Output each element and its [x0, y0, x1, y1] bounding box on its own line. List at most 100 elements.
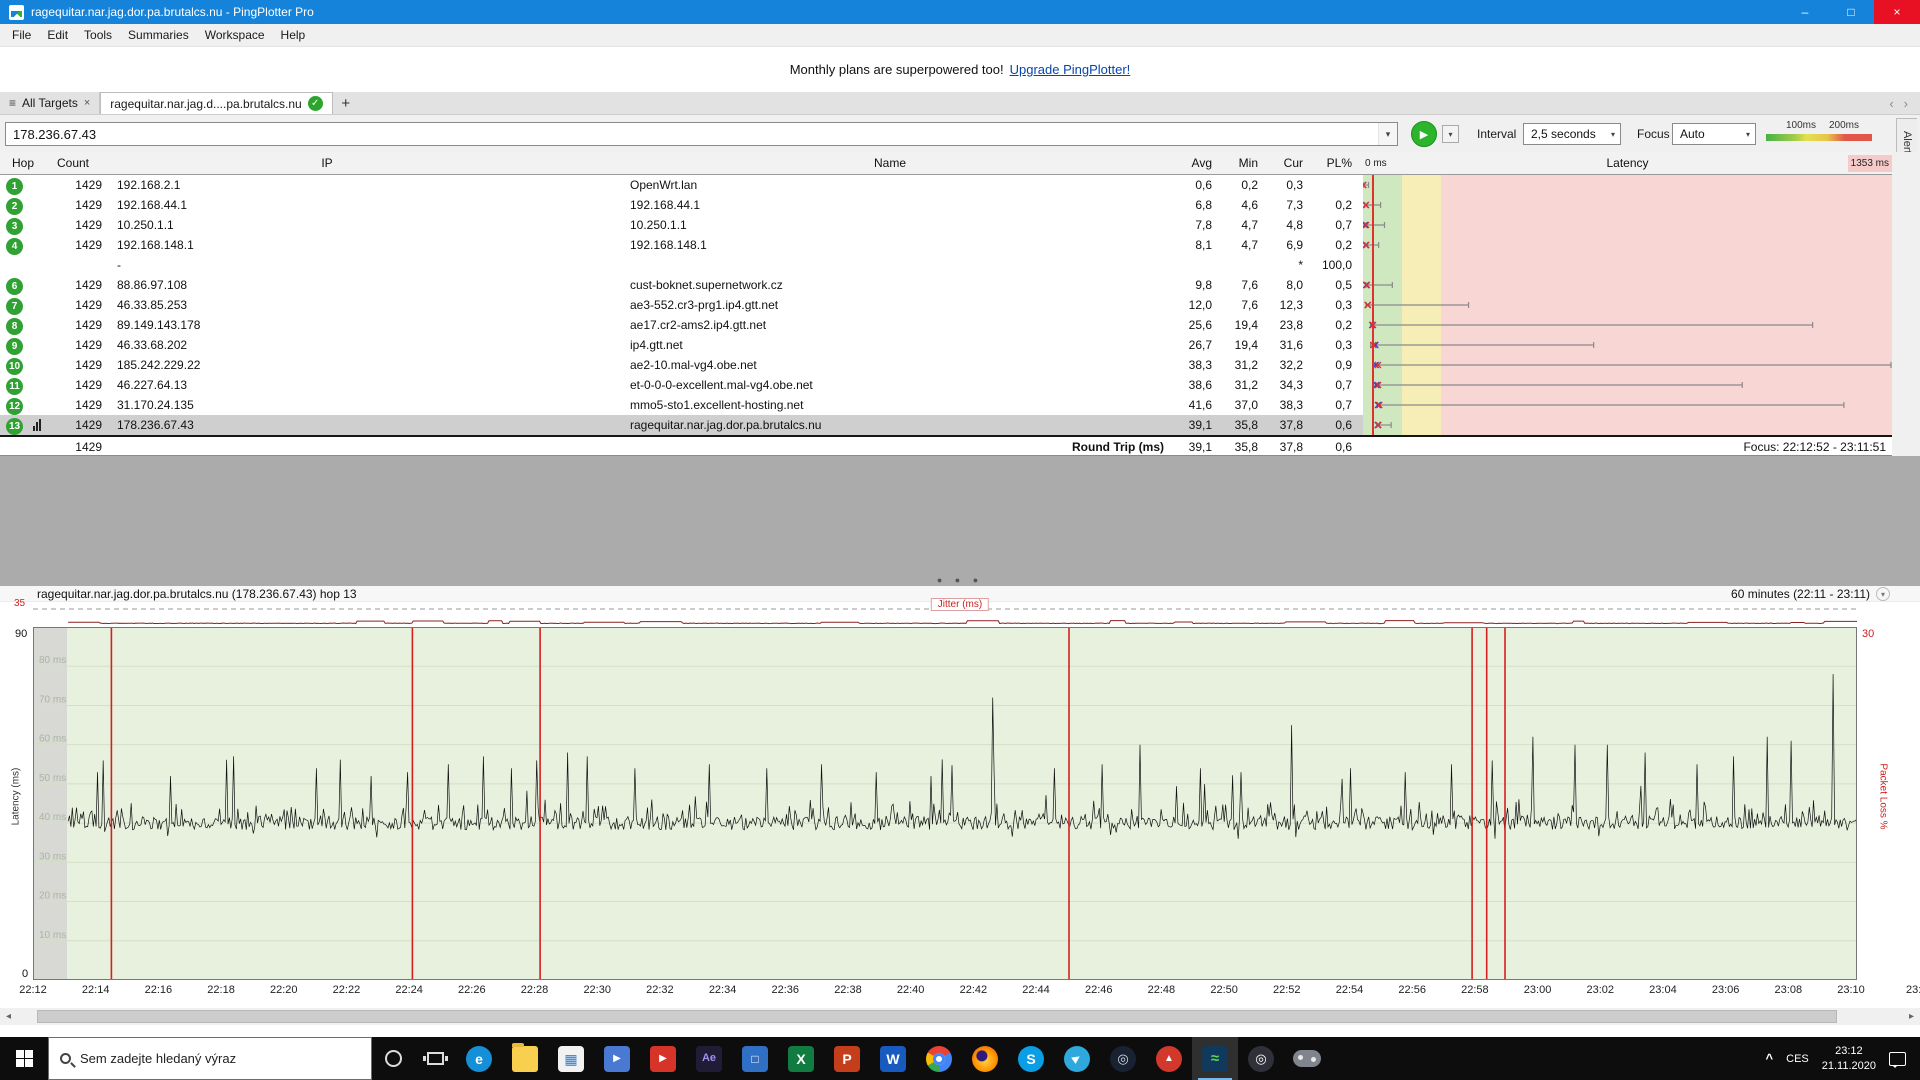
column-hop[interactable]: Hop — [2, 152, 44, 175]
column-count[interactable]: Count — [44, 152, 102, 175]
latency-cell — [1363, 375, 1892, 395]
skype-taskbar-button[interactable]: S — [1008, 1037, 1054, 1080]
trace-row-hop-11[interactable]: 11142946.227.64.13et-0-0-0-excellent.mal… — [0, 375, 1892, 395]
latency-cell — [1363, 295, 1892, 315]
menu-tools[interactable]: Tools — [76, 25, 120, 45]
scrollbar-thumb[interactable] — [37, 1010, 1837, 1023]
chevron-down-icon[interactable]: ▾ — [1378, 123, 1397, 145]
windows-logo-icon — [16, 1050, 33, 1067]
trace-row-hop-13[interactable]: 131429178.236.67.43ragequitar.nar.jag.do… — [0, 415, 1892, 435]
task-view-button[interactable] — [414, 1037, 456, 1080]
timeline-range-label[interactable]: 60 minutes (22:11 - 23:11) — [1731, 587, 1870, 601]
pingplotter-taskbar-button[interactable]: ≈ — [1192, 1037, 1238, 1080]
steam-taskbar-button[interactable]: ◎ — [1100, 1037, 1146, 1080]
trace-row-hop-8[interactable]: 8142989.149.143.178ae17.cr2-ams2.ip4.gtt… — [0, 315, 1892, 335]
latency-cell — [1363, 355, 1892, 375]
language-indicator[interactable]: CES — [1786, 1053, 1809, 1065]
trace-row-hop-12[interactable]: 12142931.170.24.135mmo5-sto1.excellent-h… — [0, 395, 1892, 415]
tab-scroll-right-icon[interactable]: › — [1904, 96, 1908, 111]
hop-badge: 4 — [6, 235, 30, 255]
interval-select[interactable]: 2,5 seconds ▾ — [1523, 123, 1621, 145]
name-cell: ae17.cr2-ams2.ip4.gtt.net — [630, 315, 1150, 335]
minimize-button[interactable]: – — [1782, 0, 1828, 24]
chrome-taskbar-button[interactable] — [916, 1037, 962, 1080]
menu-summaries[interactable]: Summaries — [120, 25, 197, 45]
steam-icon: ◎ — [1110, 1046, 1136, 1072]
chevron-down-icon[interactable]: ▾ — [1876, 587, 1890, 601]
start-trace-button[interactable]: ▶ — [1411, 121, 1437, 147]
pl-cell — [1305, 175, 1352, 195]
tab-all-targets[interactable]: ≡ All Targets × — [0, 92, 100, 114]
video-monitor-taskbar-button[interactable]: □ — [732, 1037, 778, 1080]
store-taskbar-button[interactable]: ▦ — [548, 1037, 594, 1080]
hop-badge: 10 — [6, 355, 30, 375]
powerpoint-taskbar-button[interactable]: P — [824, 1037, 870, 1080]
trace-row-hop-3[interactable]: 3142910.250.1.110.250.1.17,84,74,80,7 — [0, 215, 1892, 235]
edge-taskbar-button[interactable]: e — [456, 1037, 502, 1080]
tab-scroll-left-icon[interactable]: ‹ — [1889, 96, 1893, 111]
word-taskbar-button[interactable]: W — [870, 1037, 916, 1080]
search-placeholder: Sem zadejte hledaný výraz — [80, 1051, 236, 1066]
films-tv-taskbar-button[interactable]: ▶ — [594, 1037, 640, 1080]
start-button[interactable] — [0, 1037, 48, 1080]
column-latency[interactable]: Latency — [1363, 152, 1892, 175]
scroll-left-icon[interactable]: ◂ — [0, 1008, 17, 1025]
new-tab-button[interactable]: + — [333, 92, 359, 114]
telegram-taskbar-button[interactable]: ▶ — [1054, 1037, 1100, 1080]
close-button[interactable]: × — [1874, 0, 1920, 24]
menu-edit[interactable]: Edit — [39, 25, 76, 45]
menu-help[interactable]: Help — [273, 25, 314, 45]
table-right-margin — [1892, 152, 1920, 456]
latency-timeline-chart: 80 ms70 ms60 ms50 ms40 ms30 ms20 ms10 ms — [33, 627, 1857, 980]
latency-cell — [1363, 335, 1892, 355]
game-controller-taskbar-button[interactable] — [1284, 1037, 1330, 1080]
column-avg[interactable]: Avg — [1150, 152, 1212, 175]
tray-expand-icon[interactable]: ^ — [1766, 1051, 1774, 1066]
menu-workspace[interactable]: Workspace — [197, 25, 273, 45]
after-effects-taskbar-button[interactable]: Ae — [686, 1037, 732, 1080]
count-cell: 1429 — [44, 395, 102, 415]
scroll-right-icon[interactable]: ▸ — [1903, 1008, 1920, 1025]
focus-select[interactable]: Auto ▾ — [1672, 123, 1756, 145]
trace-options-dropdown[interactable]: ▾ — [1442, 125, 1459, 143]
column-name[interactable]: Name — [630, 152, 1150, 175]
trace-row-hop-10[interactable]: 101429185.242.229.22ae2-10.mal-vg4.obe.n… — [0, 355, 1892, 375]
hop-badge: 9 — [6, 335, 30, 355]
trace-row-hop-1[interactable]: 11429192.168.2.1OpenWrt.lan0,60,20,3 — [0, 175, 1892, 195]
trace-row-hop-6[interactable]: 6142988.86.97.108cust-boknet.supernetwor… — [0, 275, 1892, 295]
upgrade-link[interactable]: Upgrade PingPlotter! — [1010, 62, 1131, 77]
column-cur[interactable]: Cur — [1261, 152, 1303, 175]
notification-center-icon[interactable] — [1889, 1052, 1906, 1066]
taskbar-search-input[interactable]: Sem zadejte hledaný výraz — [48, 1037, 372, 1080]
file-explorer-taskbar-button[interactable] — [502, 1037, 548, 1080]
excel-taskbar-button[interactable]: X — [778, 1037, 824, 1080]
firefox-taskbar-button[interactable] — [962, 1037, 1008, 1080]
telegram-icon: ▶ — [1064, 1046, 1090, 1072]
cortana-button[interactable] — [372, 1037, 414, 1080]
trace-row-hop-2[interactable]: 21429192.168.44.1192.168.44.16,84,67,30,… — [0, 195, 1892, 215]
column-min[interactable]: Min — [1216, 152, 1258, 175]
obs-taskbar-button[interactable]: ◎ — [1238, 1037, 1284, 1080]
close-tab-icon[interactable]: × — [84, 97, 90, 109]
splitter-handle[interactable]: ● ● ● — [0, 575, 1920, 585]
youtube-taskbar-button[interactable]: ▶ — [640, 1037, 686, 1080]
tray-date: 21.11.2020 — [1822, 1059, 1876, 1073]
trace-row-hop-7[interactable]: 7142946.33.85.253ae3-552.cr3-prg1.ip4.gt… — [0, 295, 1892, 315]
trace-row-hop-4[interactable]: 41429192.168.148.1192.168.148.18,14,76,9… — [0, 235, 1892, 255]
trace-row-hop-timeout[interactable]: -*100,0 — [0, 255, 1892, 275]
tab-active-target[interactable]: ragequitar.nar.jag.d....pa.brutalcs.nu ✓ — [100, 92, 332, 114]
aimp-taskbar-button[interactable]: ▲ — [1146, 1037, 1192, 1080]
x-tick-label: 22:22 — [333, 984, 361, 996]
trace-row-hop-9[interactable]: 9142946.33.68.202ip4.gtt.net26,719,431,6… — [0, 335, 1892, 355]
column-ip[interactable]: IP — [117, 152, 537, 175]
ip-cell: 192.168.2.1 — [117, 175, 537, 195]
target-tab-bar: ≡ All Targets × ragequitar.nar.jag.d....… — [0, 92, 1920, 115]
target-address-combo[interactable]: 178.236.67.43 ▾ — [5, 122, 1398, 146]
maximize-button[interactable]: □ — [1828, 0, 1874, 24]
name-cell: cust-boknet.supernetwork.cz — [630, 275, 1150, 295]
taskbar-clock[interactable]: 23:12 21.11.2020 — [1822, 1044, 1876, 1073]
menu-file[interactable]: File — [4, 25, 39, 45]
column-pl[interactable]: PL% — [1305, 152, 1352, 175]
ip-cell: 46.33.68.202 — [117, 335, 537, 355]
timeline-scrollbar[interactable]: ◂ ▸ — [0, 1008, 1920, 1025]
